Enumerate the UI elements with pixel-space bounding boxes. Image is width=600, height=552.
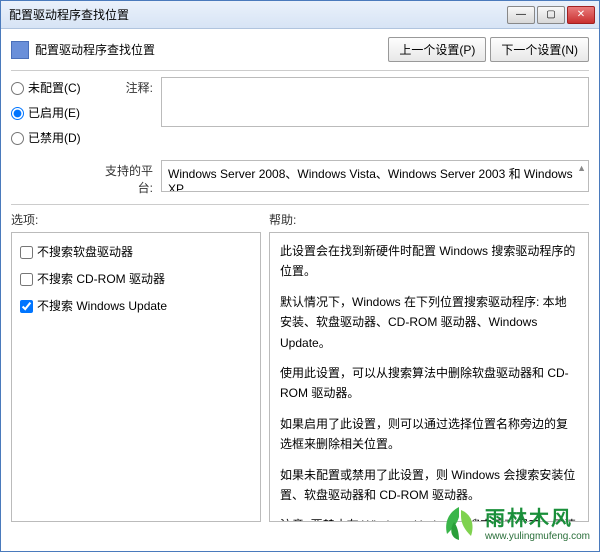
dialog-window: 配置驱动程序查找位置 — ▢ ✕ 配置驱动程序查找位置 上一个设置(P) 下一个…: [0, 0, 600, 552]
platform-row: 支持的平台: Windows Server 2008、Windows Vista…: [11, 160, 589, 196]
close-button[interactable]: ✕: [567, 6, 595, 24]
header-row: 配置驱动程序查找位置 上一个设置(P) 下一个设置(N): [11, 37, 589, 62]
nav-buttons: 上一个设置(P) 下一个设置(N): [388, 37, 589, 62]
radio-enabled[interactable]: 已启用(E): [11, 104, 101, 121]
policy-title: 配置驱动程序查找位置: [35, 41, 388, 58]
prev-setting-button[interactable]: 上一个设置(P): [388, 37, 486, 62]
help-label: 帮助:: [269, 211, 589, 228]
minimize-button[interactable]: —: [507, 6, 535, 24]
radio-disabled-input[interactable]: [11, 132, 24, 145]
checkbox-no-wu-input[interactable]: [20, 300, 33, 313]
checkbox-no-wu[interactable]: 不搜索 Windows Update: [20, 297, 252, 314]
config-row: 未配置(C) 已启用(E) 已禁用(D) 注释:: [11, 77, 589, 154]
radio-enabled-input[interactable]: [11, 107, 24, 120]
lower-panel: 选项: 不搜索软盘驱动器 不搜索 CD-ROM 驱动器 不搜索 Windows …: [11, 211, 589, 522]
options-label: 选项:: [11, 211, 261, 228]
dialog-content: 配置驱动程序查找位置 上一个设置(P) 下一个设置(N) 未配置(C) 已启用(…: [1, 29, 599, 551]
help-paragraph: 如果启用了此设置，则可以通过选择位置名称旁边的复选框来删除相关位置。: [280, 414, 578, 455]
divider: [11, 70, 589, 71]
comment-field[interactable]: [161, 77, 589, 127]
checkbox-no-cdrom-input[interactable]: [20, 273, 33, 286]
comment-label: 注释:: [101, 77, 161, 96]
help-paragraph: 默认情况下，Windows 在下列位置搜索驱动程序: 本地安装、软盘驱动器、CD…: [280, 292, 578, 353]
help-paragraph: 如果未配置或禁用了此设置，则 Windows 会搜索安装位置、软盘驱动器和 CD…: [280, 465, 578, 506]
platform-label: 支持的平台:: [101, 160, 161, 196]
next-setting-button[interactable]: 下一个设置(N): [490, 37, 589, 62]
platform-text: Windows Server 2008、Windows Vista、Window…: [168, 167, 573, 192]
maximize-button[interactable]: ▢: [537, 6, 565, 24]
state-radios: 未配置(C) 已启用(E) 已禁用(D): [11, 77, 101, 154]
checkbox-no-floppy-input[interactable]: [20, 246, 33, 259]
options-column: 选项: 不搜索软盘驱动器 不搜索 CD-ROM 驱动器 不搜索 Windows …: [11, 211, 261, 522]
help-paragraph: 此设置会在找到新硬件时配置 Windows 搜索驱动程序的位置。: [280, 241, 578, 282]
help-column: 帮助: 此设置会在找到新硬件时配置 Windows 搜索驱动程序的位置。 默认情…: [269, 211, 589, 522]
checkbox-no-floppy[interactable]: 不搜索软盘驱动器: [20, 243, 252, 260]
policy-icon: [11, 41, 29, 59]
window-controls: — ▢ ✕: [507, 6, 595, 24]
checkbox-no-cdrom[interactable]: 不搜索 CD-ROM 驱动器: [20, 270, 252, 287]
help-paragraph: 使用此设置，可以从搜索算法中删除软盘驱动器和 CD-ROM 驱动器。: [280, 363, 578, 404]
options-box: 不搜索软盘驱动器 不搜索 CD-ROM 驱动器 不搜索 Windows Upda…: [11, 232, 261, 522]
radio-not-configured[interactable]: 未配置(C): [11, 79, 101, 96]
help-paragraph: 注意: 要禁止在 Windows Update 中搜索驱动程序，另请参阅 "管理…: [280, 515, 578, 522]
help-box[interactable]: 此设置会在找到新硬件时配置 Windows 搜索驱动程序的位置。 默认情况下，W…: [269, 232, 589, 522]
scroll-up-icon[interactable]: ▲: [577, 163, 586, 173]
titlebar[interactable]: 配置驱动程序查找位置 — ▢ ✕: [1, 1, 599, 29]
radio-not-configured-input[interactable]: [11, 82, 24, 95]
window-title: 配置驱动程序查找位置: [9, 6, 507, 23]
divider: [11, 204, 589, 205]
radio-disabled[interactable]: 已禁用(D): [11, 129, 101, 146]
platform-box[interactable]: Windows Server 2008、Windows Vista、Window…: [161, 160, 589, 192]
